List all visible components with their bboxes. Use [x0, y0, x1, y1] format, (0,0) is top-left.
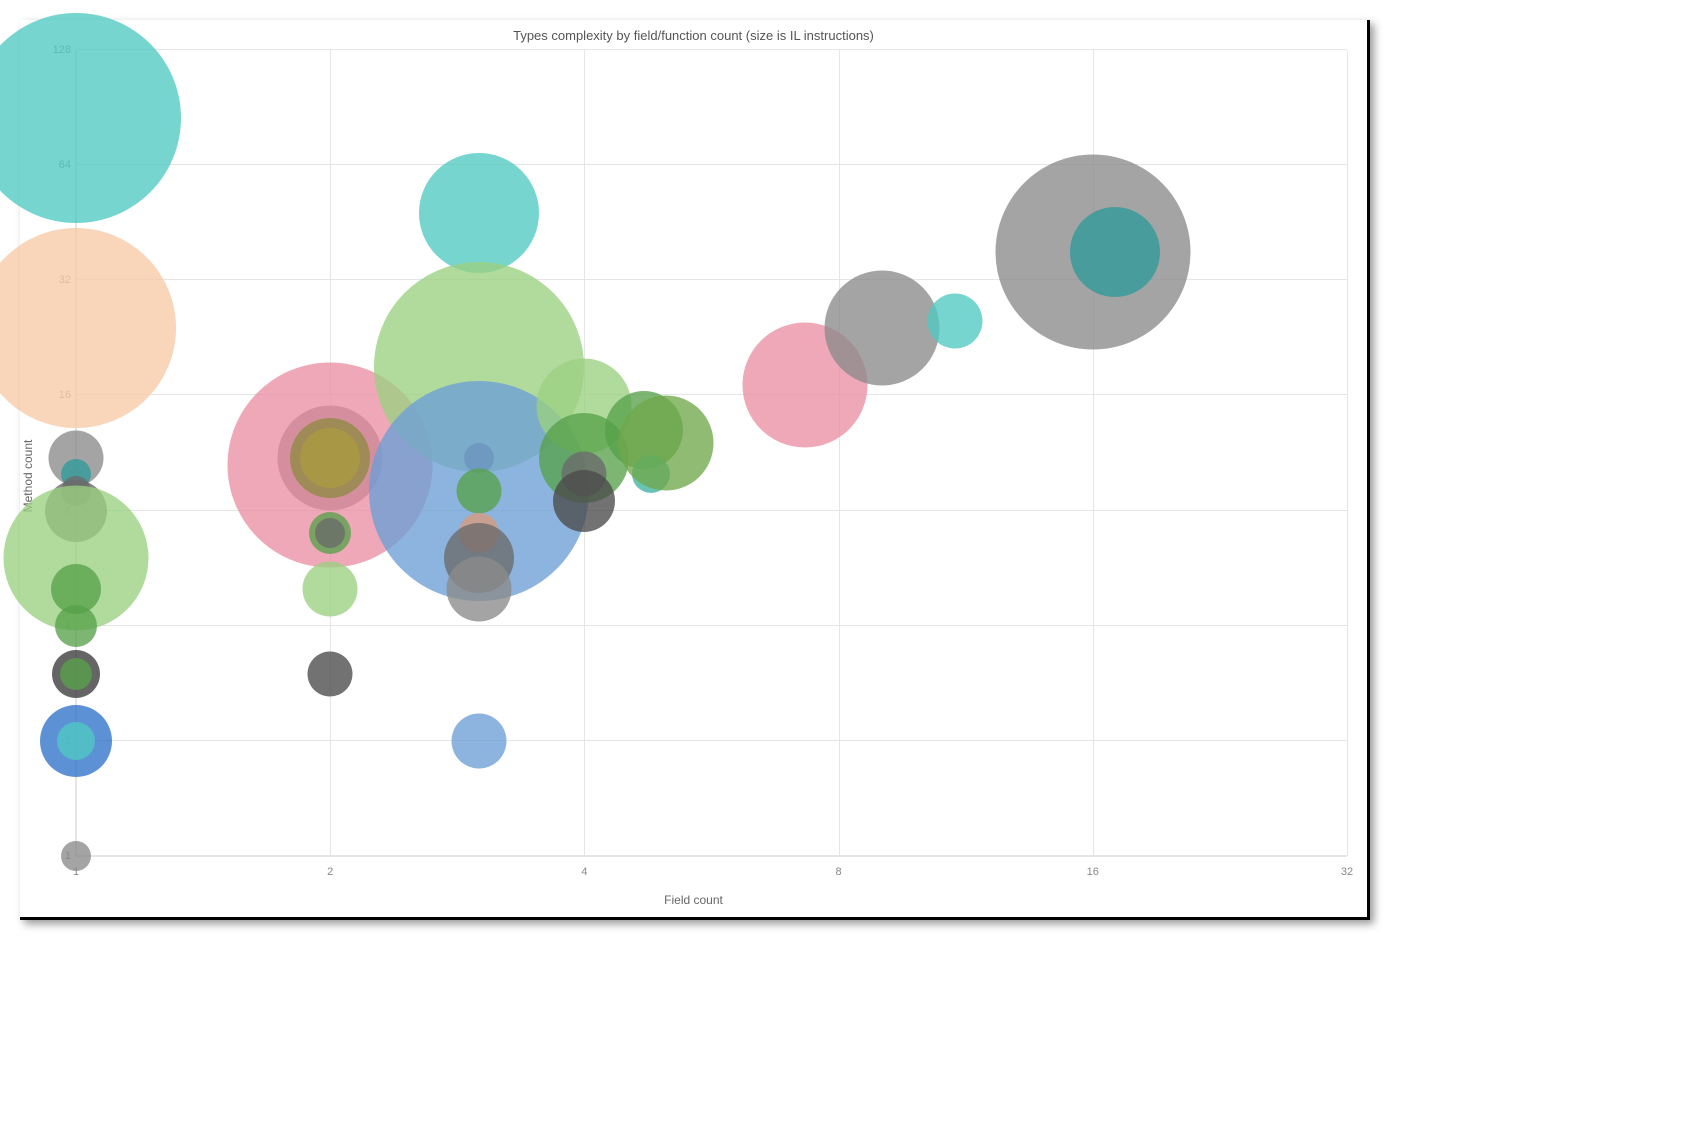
gridline-h [76, 855, 1347, 856]
x-axis-label: Field count [664, 893, 723, 907]
data-bubble[interactable] [824, 271, 939, 386]
data-bubble[interactable] [451, 713, 506, 768]
x-tick: 4 [581, 866, 587, 878]
gridline-h [76, 740, 1347, 741]
gridline-v [1347, 50, 1348, 856]
data-bubble[interactable] [308, 651, 353, 696]
plot-area: 124816321248163264128 [75, 50, 1347, 857]
gridline-v [839, 50, 840, 856]
data-bubble[interactable] [60, 658, 92, 690]
data-bubble[interactable] [0, 13, 181, 223]
x-tick: 2 [327, 866, 333, 878]
data-bubble[interactable] [300, 428, 360, 488]
data-bubble[interactable] [456, 469, 501, 514]
data-bubble[interactable] [1070, 207, 1160, 297]
data-bubble[interactable] [61, 841, 91, 871]
x-tick: 8 [836, 866, 842, 878]
gridline-h [76, 49, 1347, 50]
gridline-h [76, 164, 1347, 165]
data-bubble[interactable] [928, 294, 983, 349]
data-bubble[interactable] [55, 605, 97, 647]
x-tick: 32 [1341, 866, 1353, 878]
data-bubble[interactable] [0, 228, 176, 428]
data-bubble[interactable] [553, 470, 615, 532]
chart-title: Types complexity by field/function count… [20, 20, 1367, 43]
data-bubble[interactable] [446, 556, 511, 621]
x-tick: 16 [1087, 866, 1099, 878]
data-bubble[interactable] [303, 561, 358, 616]
bubble-chart: Types complexity by field/function count… [20, 20, 1370, 920]
data-bubble[interactable] [57, 722, 95, 760]
data-bubble[interactable] [315, 518, 345, 548]
data-bubble[interactable] [419, 153, 539, 273]
gridline-h [76, 625, 1347, 626]
data-bubble[interactable] [619, 396, 714, 491]
